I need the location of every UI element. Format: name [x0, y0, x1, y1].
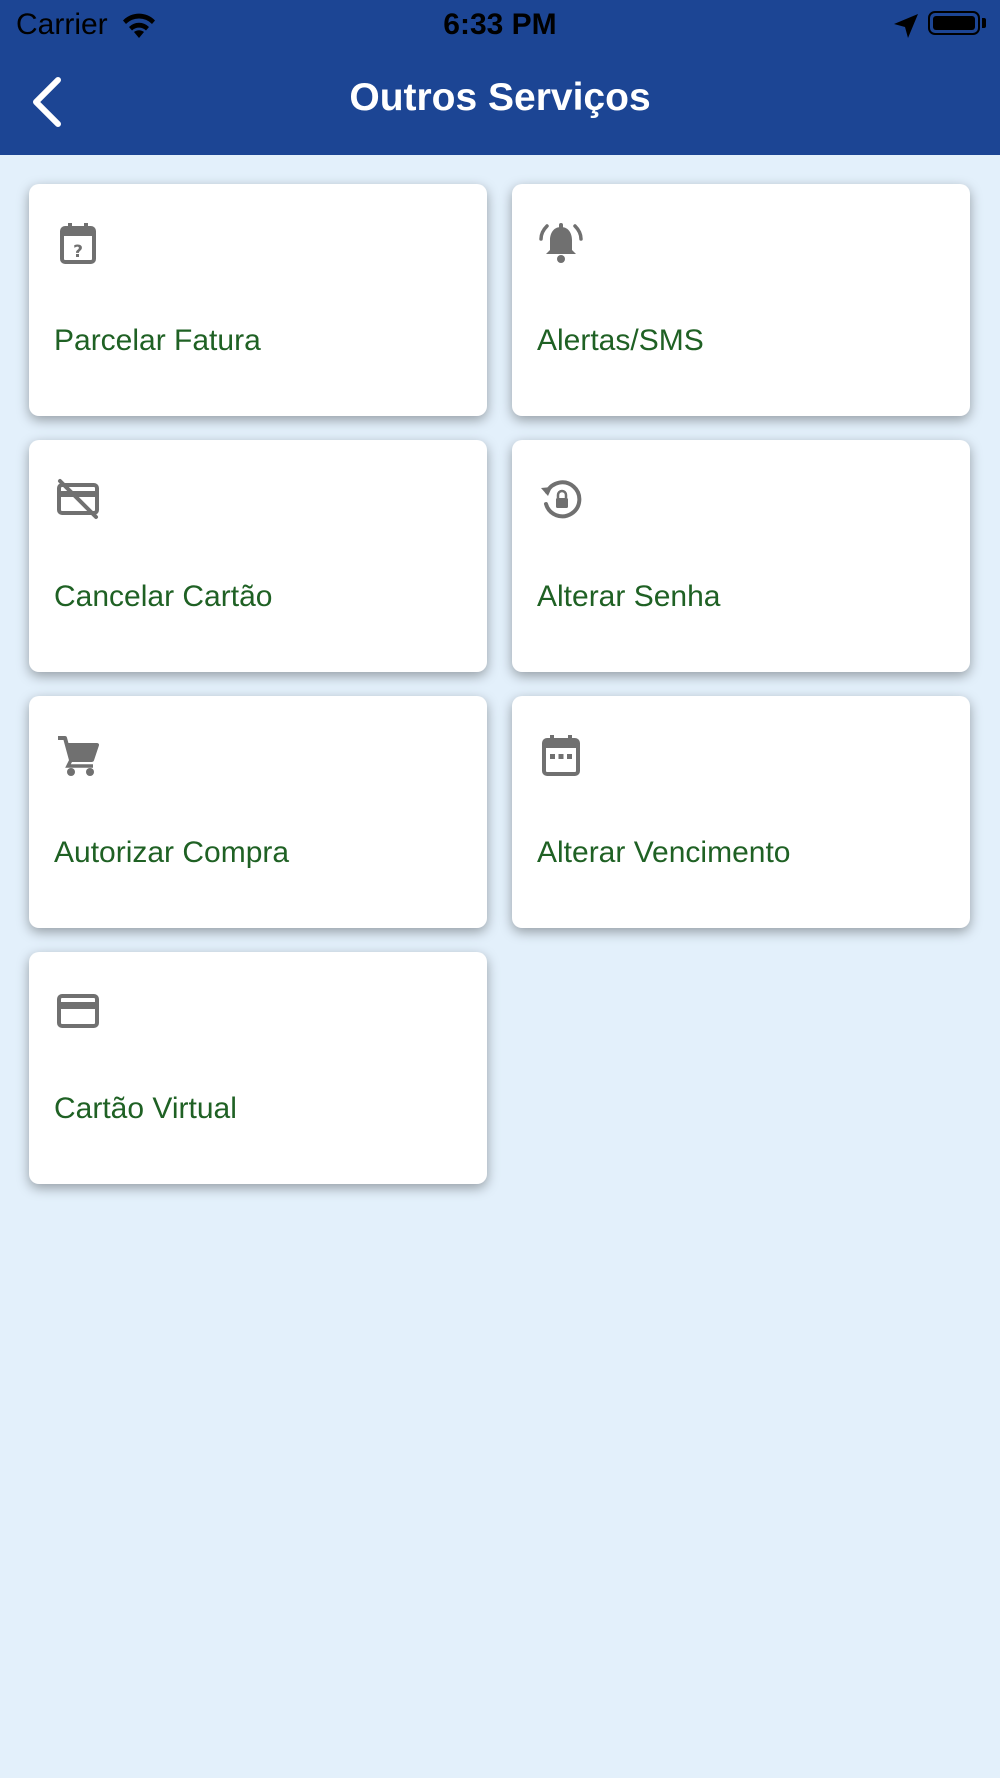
service-label: Cartão Virtual	[54, 1092, 237, 1125]
status-time: 6:33 PM	[443, 8, 557, 41]
status-bar: Carrier 6:33 PM	[0, 0, 1000, 50]
service-label: Autorizar Compra	[54, 836, 290, 869]
calendar-icon	[538, 732, 584, 778]
service-card-alertas-sms[interactable]: Alertas/SMS	[512, 184, 970, 416]
service-card-cartao-virtual[interactable]: Cartão Virtual	[29, 952, 487, 1184]
service-card-alterar-vencimento[interactable]: Alterar Vencimento	[512, 696, 970, 928]
lock-reset-icon	[538, 476, 584, 522]
service-label: Alterar Senha	[537, 580, 721, 613]
location-arrow-icon	[892, 12, 920, 40]
service-label: Alertas/SMS	[537, 324, 704, 357]
service-label: Alterar Vencimento	[537, 836, 791, 869]
credit-card-icon	[55, 988, 101, 1034]
app-header: Carrier 6:33 PM Outros Serviços	[0, 0, 1000, 155]
service-card-autorizar-compra[interactable]: Autorizar Compra	[29, 696, 487, 928]
service-label: Cancelar Cartão	[54, 580, 273, 613]
service-card-alterar-senha[interactable]: Alterar Senha	[512, 440, 970, 672]
page-title: Outros Serviços	[349, 76, 651, 119]
card-off-icon	[55, 476, 101, 522]
cart-icon	[55, 732, 101, 778]
alarm-bell-icon	[538, 220, 584, 266]
calendar-question-icon: ?	[55, 220, 101, 266]
service-card-cancelar-cartao[interactable]: Cancelar Cartão	[29, 440, 487, 672]
svg-text:?: ?	[73, 242, 83, 262]
battery-nub	[982, 18, 986, 28]
service-card-parcelar-fatura[interactable]: ? Parcelar Fatura	[29, 184, 487, 416]
battery-icon	[928, 11, 980, 35]
service-label: Parcelar Fatura	[54, 324, 261, 357]
